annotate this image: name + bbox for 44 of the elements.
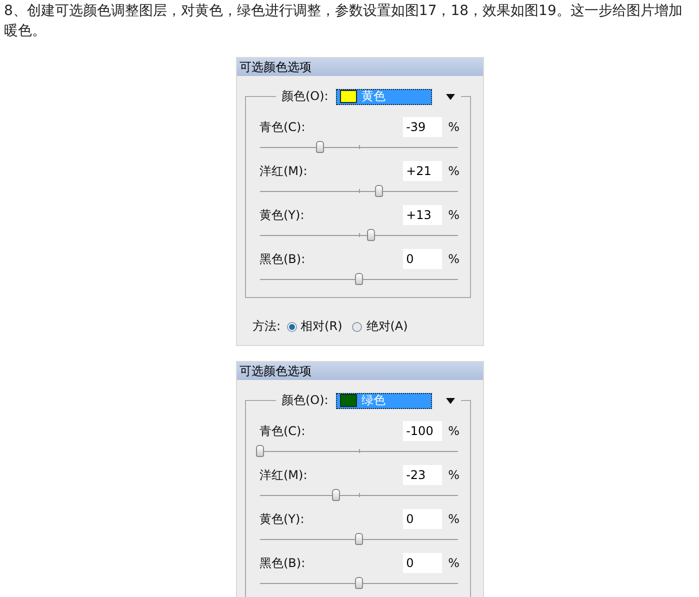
percent-unit: % xyxy=(448,468,460,482)
slider-label: 洋红(M): xyxy=(260,162,308,180)
color-label: 颜色(O): xyxy=(282,392,328,409)
percent-unit: % xyxy=(448,120,460,134)
slider-label: 黄色(Y): xyxy=(260,510,304,528)
slider-label: 黑色(B): xyxy=(260,250,306,268)
radio-option[interactable]: 绝对(A) xyxy=(352,318,408,335)
value-field[interactable]: -100 xyxy=(403,421,442,441)
slider-label: 青色(C): xyxy=(260,118,306,136)
slider-thumb[interactable] xyxy=(316,141,324,153)
value-field[interactable]: +21 xyxy=(403,161,442,181)
slider-label: 洋红(M): xyxy=(260,466,308,484)
slider-label: 黑色(B): xyxy=(260,554,306,572)
percent-unit: % xyxy=(448,164,460,178)
percent-unit: % xyxy=(448,424,460,438)
value-field[interactable]: -23 xyxy=(403,465,442,485)
value-field[interactable]: 0 xyxy=(403,553,442,573)
radio-icon[interactable] xyxy=(286,322,297,332)
slider-label: 青色(C): xyxy=(260,422,306,440)
instruction-text: 8、创建可选颜色调整图层，对黄色，绿色进行调整，参数设置如图17，18，效果如图19。这一步给图片增加暖色。 xyxy=(3,2,684,41)
caret-icon[interactable] xyxy=(446,398,456,404)
caret-icon[interactable] xyxy=(446,94,456,100)
percent-unit: % xyxy=(448,208,460,222)
slider-thumb[interactable] xyxy=(256,445,264,457)
slider-thumb[interactable] xyxy=(354,273,362,285)
percent-unit: % xyxy=(448,556,460,570)
color-label: 颜色(O): xyxy=(282,88,328,105)
slider-thumb[interactable] xyxy=(332,489,340,501)
slider-label: 黄色(Y): xyxy=(260,206,304,224)
percent-unit: % xyxy=(448,252,460,266)
radio-icon[interactable] xyxy=(352,322,362,332)
slider-thumb[interactable] xyxy=(367,229,376,241)
slider-thumb[interactable] xyxy=(375,185,384,197)
method-label: 方法: xyxy=(252,318,281,335)
dialog-title: 可选颜色选项 xyxy=(236,362,482,380)
slider-thumb[interactable] xyxy=(354,533,362,545)
value-field[interactable]: -39 xyxy=(403,117,442,137)
slider-thumb[interactable] xyxy=(354,577,362,589)
percent-unit: % xyxy=(448,512,460,526)
value-field[interactable]: +13 xyxy=(403,205,442,225)
dialog-title: 可选颜色选项 xyxy=(236,58,482,76)
value-field[interactable]: 0 xyxy=(403,249,442,269)
radio-option[interactable]: 相对(R) xyxy=(286,318,342,335)
value-field[interactable]: 0 xyxy=(403,509,442,529)
